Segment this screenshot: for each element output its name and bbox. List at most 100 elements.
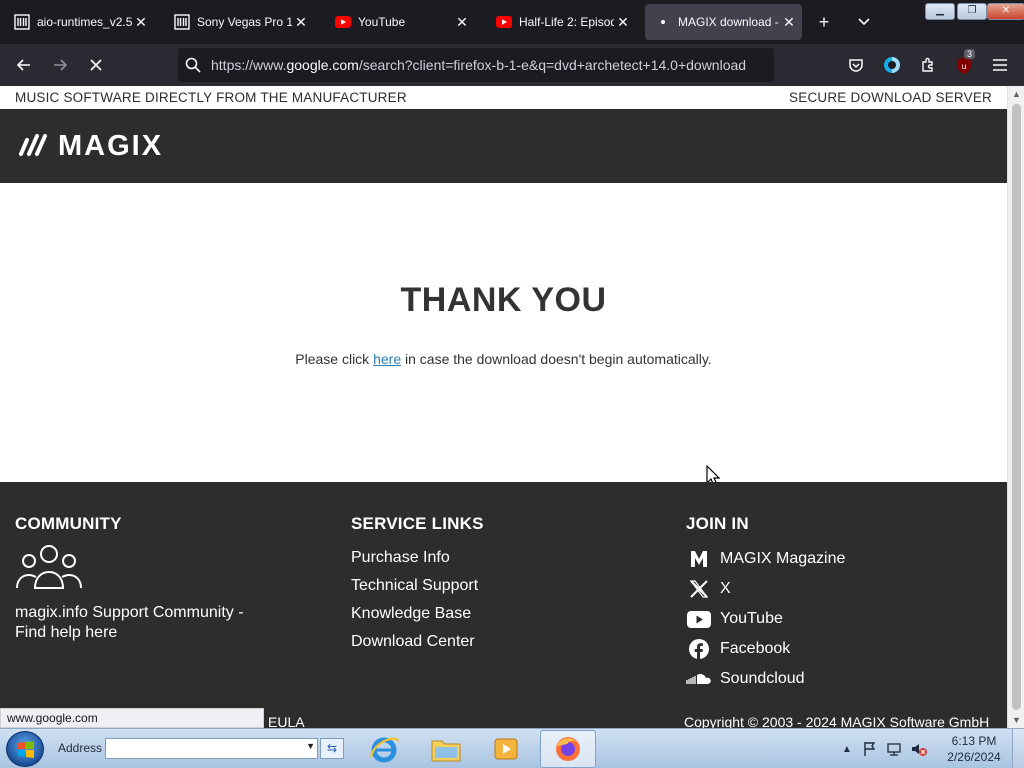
eula-link[interactable]: EULA	[268, 714, 305, 728]
magix-magazine-link[interactable]: MAGIX Magazine	[686, 544, 986, 574]
extension-badge: 3	[964, 49, 976, 59]
svg-text:u: u	[961, 62, 966, 71]
url-domain: google.com	[286, 57, 359, 73]
puzzle-icon	[922, 57, 933, 72]
secure-server-label: SECURE DOWNLOAD SERVER	[789, 90, 992, 105]
tab-magix-download[interactable]: MAGIX download - ✕	[645, 4, 802, 40]
close-window-button[interactable]: ✕	[987, 3, 1024, 20]
ublock-button[interactable]: u 3	[950, 49, 978, 79]
extensions-button[interactable]	[914, 51, 942, 79]
page-title: THANK YOU	[400, 281, 607, 319]
tab-title: YouTube	[358, 15, 406, 29]
start-button[interactable]	[6, 731, 44, 767]
list-all-tabs-button[interactable]	[850, 8, 878, 36]
tab-sony-vegas[interactable]: Sony Vegas Pro 14.0 ✕	[164, 4, 314, 40]
close-tab-icon[interactable]: ✕	[614, 14, 632, 31]
taskbar-file-explorer[interactable]	[418, 730, 474, 768]
message-after: in case the download doesn't begin autom…	[401, 351, 712, 367]
close-icon	[90, 59, 102, 71]
youtube-link[interactable]: YouTube	[686, 604, 986, 634]
tab-title: aio-runtimes_v2.5.0	[37, 15, 132, 29]
manufacturer-tagline: MUSIC SOFTWARE DIRECTLY FROM THE MANUFAC…	[15, 90, 407, 105]
taskbar-firefox[interactable]	[540, 730, 596, 768]
technical-support-link[interactable]: Technical Support	[351, 572, 631, 600]
browser-tab-strip: aio-runtimes_v2.5.0 ✕ Sony Vegas Pro 14.…	[0, 0, 1024, 44]
community-link[interactable]: magix.info Support Community - Find help…	[15, 603, 265, 643]
search-icon	[178, 57, 208, 73]
archive-icon	[14, 14, 30, 30]
magix-m-icon	[686, 547, 712, 571]
show-desktop-button[interactable]	[1012, 729, 1024, 768]
url-rest: /search?client=firefox-b-1-e&q=dvd+arche…	[358, 57, 747, 73]
menu-button[interactable]	[986, 51, 1014, 79]
volume-muted-icon[interactable]	[910, 741, 928, 757]
tab-half-life[interactable]: Half-Life 2: Episode ✕	[486, 4, 636, 40]
folder-icon	[431, 740, 461, 762]
clock-date: 2/26/2024	[947, 750, 1001, 764]
arrow-left-icon	[16, 59, 30, 71]
close-tab-icon[interactable]: ✕	[132, 14, 150, 31]
join-in-heading: JOIN IN	[686, 514, 749, 533]
minimize-button[interactable]: ▁	[925, 3, 955, 20]
back-button[interactable]	[10, 51, 38, 79]
magix-logo[interactable]: MAGIX	[18, 130, 163, 163]
url-bar[interactable]: https://www.google.com/search?client=fir…	[178, 48, 774, 82]
scroll-down-arrow-icon[interactable]: ▼	[1008, 712, 1024, 728]
tab-youtube[interactable]: YouTube ✕	[325, 4, 475, 40]
hamburger-menu-icon	[993, 59, 1007, 71]
vertical-scrollbar[interactable]: ▲ ▼	[1007, 86, 1024, 728]
download-center-link[interactable]: Download Center	[351, 628, 631, 656]
close-tab-icon[interactable]: ✕	[780, 14, 798, 31]
arrow-right-icon	[54, 59, 68, 71]
x-logo-icon	[686, 577, 712, 601]
pocket-button[interactable]	[842, 51, 870, 79]
show-hidden-icons-icon[interactable]: ▲	[842, 744, 852, 755]
facebook-link[interactable]: Facebook	[686, 634, 986, 664]
taskbar-clock[interactable]: 6:13 PM 2/26/2024	[940, 733, 1008, 765]
community-heading: COMMUNITY	[15, 514, 122, 533]
soundcloud-link[interactable]: Soundcloud	[686, 664, 986, 694]
copyright-text: Copyright © 2003 - 2024 MAGIX Software G…	[684, 714, 990, 728]
taskbar-internet-explorer[interactable]	[356, 730, 412, 768]
network-icon[interactable]	[886, 741, 902, 757]
social-label: MAGIX Magazine	[720, 550, 846, 567]
community-link-line2: Find help here	[15, 624, 118, 641]
knowledge-base-link[interactable]: Knowledge Base	[351, 600, 631, 628]
address-label: Address	[58, 741, 103, 755]
tab-aio-runtimes[interactable]: aio-runtimes_v2.5.0 ✕	[4, 4, 154, 40]
windows-logo-icon	[18, 741, 34, 758]
navigation-toolbar: https://www.google.com/search?client=fir…	[0, 44, 1024, 86]
social-label: Facebook	[720, 640, 791, 657]
facebook-icon	[686, 637, 712, 661]
logo-text: MAGIX	[58, 129, 164, 162]
site-header: MAGIX	[0, 109, 1007, 183]
scroll-up-arrow-icon[interactable]: ▲	[1008, 86, 1024, 102]
download-here-link[interactable]: here	[373, 351, 401, 367]
site-footer: COMMUNITY magix.info Support Community -…	[0, 482, 1007, 728]
tab-title: Sony Vegas Pro 14.0	[197, 15, 292, 29]
close-tab-icon[interactable]: ✕	[292, 14, 310, 31]
forward-button[interactable]	[46, 51, 74, 79]
taskbar-address-input[interactable]: ▼	[105, 738, 318, 759]
system-tray: ▲	[842, 729, 928, 768]
chevron-down-icon[interactable]: ▼	[306, 741, 315, 751]
firefox-account-button[interactable]	[878, 51, 906, 79]
restore-button[interactable]: ❐	[957, 3, 987, 20]
tab-title: MAGIX download -	[678, 15, 779, 29]
x-link[interactable]: X	[686, 574, 986, 604]
url-text: https://www.google.com/search?client=fir…	[211, 57, 746, 73]
youtube-icon	[335, 14, 351, 30]
top-info-strip: MUSIC SOFTWARE DIRECTLY FROM THE MANUFAC…	[0, 86, 1007, 109]
close-tab-icon[interactable]: ✕	[453, 14, 471, 31]
taskbar-media-player[interactable]	[478, 730, 534, 768]
clock-time: 6:13 PM	[951, 734, 997, 748]
service-links-column: SERVICE LINKS Purchase Info Technical Su…	[351, 514, 631, 656]
new-tab-button[interactable]: +	[810, 8, 838, 36]
purchase-info-link[interactable]: Purchase Info	[351, 544, 631, 572]
internet-explorer-icon	[369, 737, 400, 763]
action-center-flag-icon[interactable]	[862, 741, 878, 757]
scrollbar-thumb[interactable]	[1012, 104, 1021, 710]
join-in-column: JOIN IN MAGIX Magazine X YouTube Faceboo…	[686, 514, 986, 694]
stop-loading-button[interactable]	[82, 51, 110, 79]
address-go-button[interactable]: ⇆	[320, 738, 344, 759]
